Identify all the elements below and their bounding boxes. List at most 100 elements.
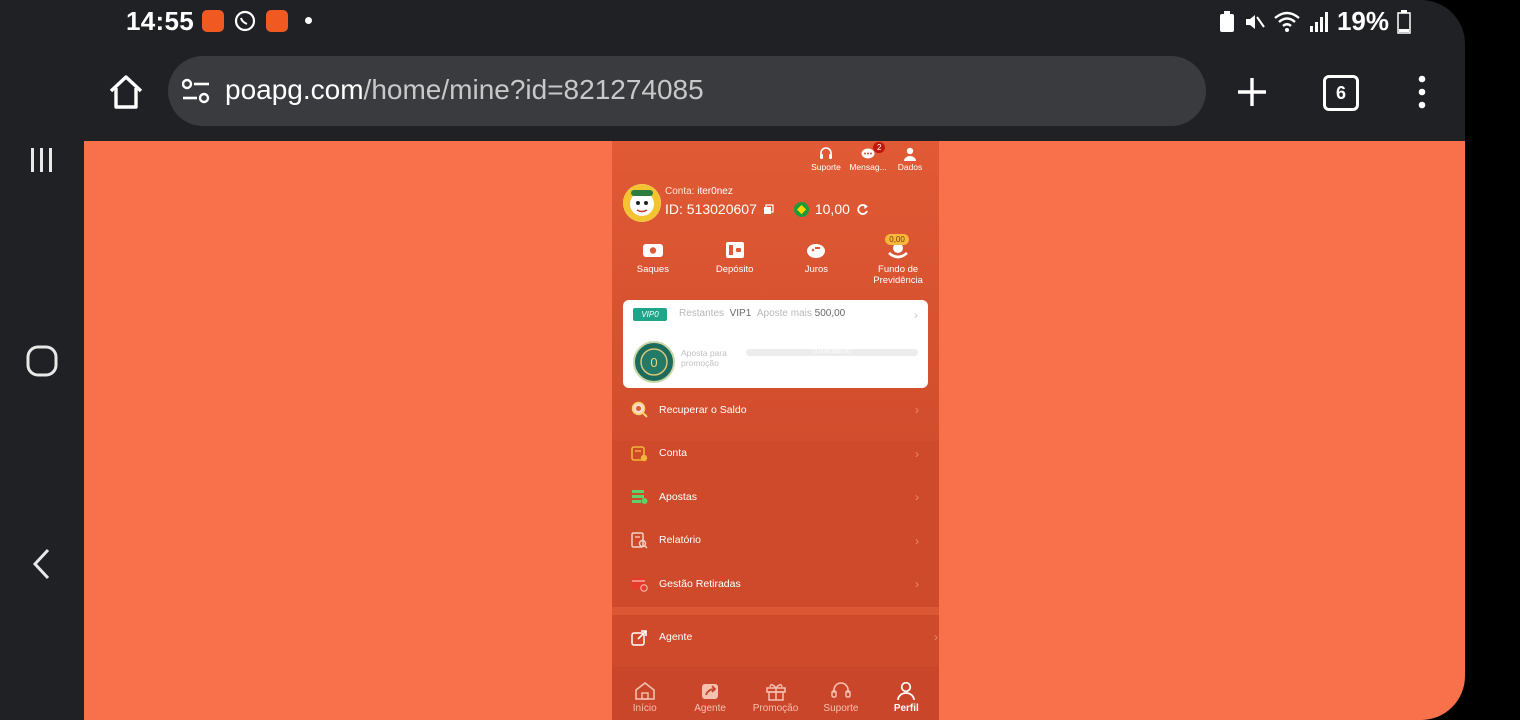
withdraw-action[interactable]: Saques — [612, 239, 694, 286]
menu-item-agent[interactable]: Agente › — [612, 615, 939, 659]
menu-item-label: Recuperar o Saldo — [659, 403, 747, 416]
avatar-image — [623, 184, 661, 222]
app-notification-icon — [266, 10, 288, 32]
withdraw-label: Saques — [636, 264, 669, 275]
status-bar: 14:55 19% — [84, 0, 1465, 44]
tab-switcher-button[interactable]: 6 — [1323, 75, 1359, 111]
chevron-right-icon: › — [914, 308, 918, 322]
bottom-nav-home[interactable]: Início — [612, 667, 677, 720]
more-notifications-dot — [305, 17, 312, 24]
bets-icon — [632, 490, 648, 505]
account-name: iter0nez — [697, 186, 733, 197]
avatar[interactable] — [623, 184, 661, 222]
menu-item-withdrawal-management[interactable]: Gestão Retiradas › — [612, 562, 939, 606]
menu-item-report[interactable]: Relatório › — [612, 519, 939, 563]
battery-percent: 19% — [1336, 6, 1389, 36]
battery-saver-icon — [1219, 10, 1234, 32]
home-icon — [634, 681, 655, 700]
mute-icon — [1245, 14, 1265, 29]
menu-item-label: Relatório — [659, 534, 702, 547]
menu-item-label: Gestão Retiradas — [659, 577, 741, 590]
address-bar[interactable]: poapg.com/home/mine?id=821274085 — [168, 56, 1206, 126]
share-icon — [702, 684, 719, 699]
battery-icon — [1397, 9, 1411, 34]
support-shortcut[interactable]: Suporte — [809, 146, 843, 172]
browser-home-icon[interactable] — [106, 72, 146, 112]
menu-item-account[interactable]: Conta › — [612, 432, 939, 476]
vip-card[interactable]: VIP0 Restantes VIP1 Aposte mais 500,00 ›… — [623, 300, 928, 388]
chevron-right-icon: › — [915, 446, 919, 461]
browser-toolbar: poapg.com/home/mine?id=821274085 6 — [84, 44, 1465, 140]
wifi-icon — [1274, 11, 1300, 32]
bottom-nav: Início Agente Promoção Suporte Perfil — [612, 667, 939, 720]
back-nav-button[interactable] — [18, 540, 66, 588]
url-text[interactable]: poapg.com/home/mine?id=821274085 — [225, 74, 704, 106]
menu-list: Recuperar o Saldo › Conta › Apostas › Re… — [612, 388, 939, 606]
url-domain: poapg.com — [225, 74, 364, 105]
status-icons: 19% — [1219, 6, 1411, 37]
brazil-flag-icon — [793, 201, 809, 217]
headset-icon — [831, 682, 851, 698]
interest-label: Juros — [804, 264, 828, 275]
profile-icon — [897, 681, 916, 701]
chevron-right-icon: › — [915, 533, 919, 548]
user-data-icon — [904, 147, 916, 161]
bottom-nav-support[interactable]: Suporte — [808, 667, 873, 720]
medal-emblem: 0 — [640, 348, 668, 376]
recent-apps-icon — [31, 148, 52, 172]
chevron-right-icon: › — [915, 577, 919, 591]
svg-text:0: 0 — [650, 355, 657, 370]
fund-amount-pill: 0,00 — [885, 234, 909, 245]
home-nav-button[interactable] — [18, 337, 66, 385]
withdraw-manage-icon — [632, 578, 648, 592]
status-time: 14:55 — [126, 6, 194, 36]
data-shortcut[interactable]: Dados — [893, 146, 927, 172]
withdraw-icon — [642, 244, 663, 257]
header-shortcuts: Suporte 2 Mensag... Dados — [809, 142, 927, 172]
bottom-nav-profile[interactable]: Perfil — [874, 667, 939, 720]
bottom-nav-label: Suporte — [823, 703, 859, 714]
report-icon — [631, 532, 648, 549]
more-options-icon[interactable] — [1412, 74, 1432, 110]
account-label: Conta: — [665, 186, 695, 197]
home-circle-icon — [26, 345, 58, 377]
section-divider — [612, 607, 939, 615]
gift-icon — [765, 684, 786, 701]
search-money-icon — [631, 402, 648, 418]
copy-icon[interactable] — [763, 203, 774, 215]
site-settings-icon[interactable] — [182, 78, 210, 104]
interest-action[interactable]: Juros — [776, 239, 858, 286]
refresh-icon[interactable] — [856, 203, 869, 216]
deposit-label: Depósito — [715, 264, 754, 275]
bottom-nav-agent[interactable]: Agente — [677, 667, 742, 720]
phone-screen: 14:55 19% poapg.com/home/mine?id=8212740… — [84, 0, 1465, 720]
chevron-right-icon: › — [915, 490, 919, 504]
menu-item-recover-balance[interactable]: Recuperar o Saldo › — [612, 388, 939, 432]
menu-item-bets[interactable]: Apostas › — [612, 475, 939, 519]
bottom-nav-label: Promoção — [752, 703, 799, 714]
casino-app: Suporte 2 Mensag... Dados Conta: iter0ne… — [612, 141, 939, 720]
signal-icon — [1309, 11, 1328, 32]
recent-apps-button[interactable] — [18, 136, 66, 184]
bottom-nav-label: Perfil — [893, 703, 919, 714]
deposit-action[interactable]: Depósito — [694, 239, 776, 286]
bottom-nav-label: Agente — [694, 703, 726, 714]
vip-progress-bar: 0,00/0,500,00 — [746, 349, 918, 356]
account-icon — [631, 445, 648, 461]
bottom-nav-promotion[interactable]: Promoção — [743, 667, 808, 720]
menu-item-label: Apostas — [659, 490, 697, 503]
vip-bet-more-label: Aposte mais — [756, 308, 812, 319]
vip-next-level: VIP1 — [729, 308, 752, 319]
new-tab-icon[interactable] — [1234, 74, 1270, 110]
bottom-nav-label: Início — [632, 703, 657, 714]
back-icon — [32, 548, 50, 580]
fund-label: Fundo de Previdência — [873, 264, 923, 286]
vip-medal-icon: 0 — [633, 341, 675, 383]
chevron-right-icon: › — [915, 403, 919, 417]
messages-shortcut[interactable]: 2 Mensag... — [849, 142, 887, 172]
vip-progress-text: Restantes VIP1 Aposte mais 500,00 — [679, 308, 845, 319]
vip-progress-bar-text: 0,00/0,500,00 — [813, 349, 851, 355]
fund-action[interactable]: 0,00 Fundo de Previdência — [857, 234, 939, 286]
vip-level-tag: VIP0 — [633, 308, 667, 321]
data-shortcut-label: Dados — [897, 162, 923, 172]
